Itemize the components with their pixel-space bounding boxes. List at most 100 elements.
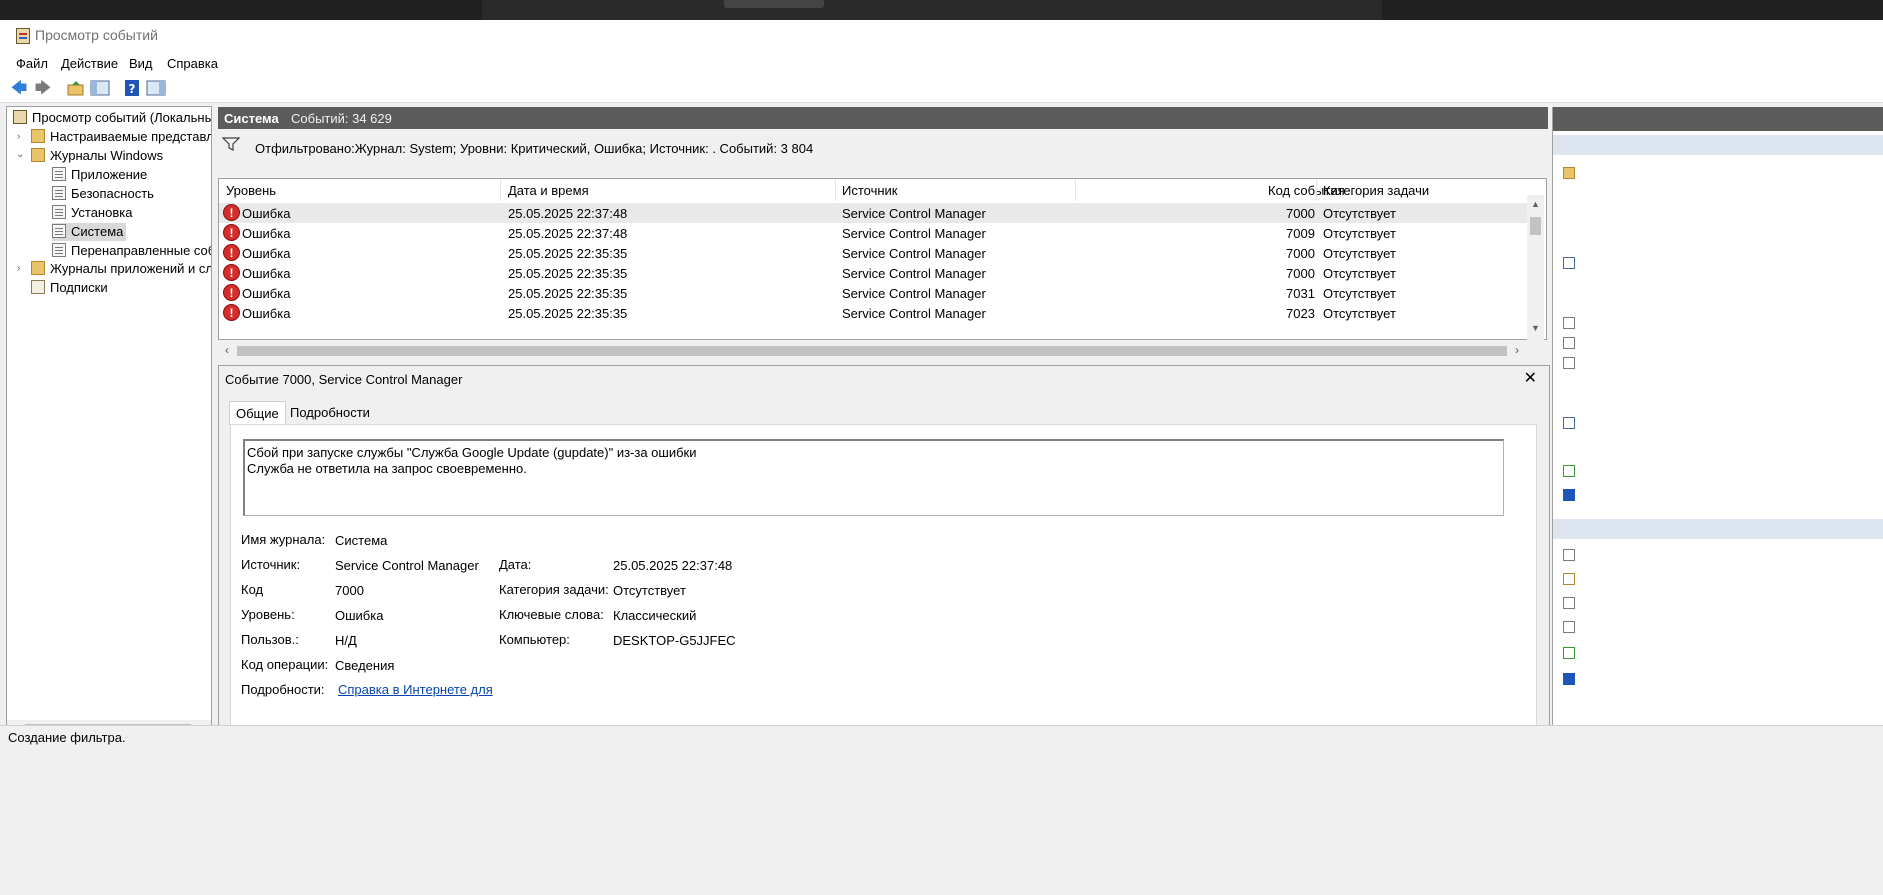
date-label: Дата:: [499, 557, 532, 572]
back-arrow-icon[interactable]: 🡄: [9, 79, 29, 99]
table-row[interactable]: ! Ошибка 25.05.2025 22:35:35 Service Con…: [219, 303, 1529, 323]
level-label: Уровень:: [241, 607, 295, 622]
actions-section-header[interactable]: [1553, 135, 1883, 155]
open-log-icon[interactable]: [1563, 167, 1575, 179]
status-text: Создание фильтра.: [8, 730, 126, 745]
menu-help[interactable]: Справка: [167, 56, 218, 71]
scroll-thumb[interactable]: [1530, 217, 1541, 235]
filter-icon[interactable]: [1563, 257, 1575, 269]
tree-log-setup[interactable]: Установка: [52, 204, 132, 222]
attach-task-icon[interactable]: [1563, 573, 1575, 585]
computer-label: Компьютер:: [499, 632, 570, 647]
scroll-left-icon[interactable]: ‹: [225, 343, 229, 357]
tree-app-services-logs[interactable]: Журналы приложений и служб: [31, 260, 211, 278]
scroll-up-icon[interactable]: ▲: [1531, 199, 1540, 209]
help-icon[interactable]: ?: [122, 79, 142, 99]
scroll-right-icon[interactable]: ›: [1515, 343, 1519, 357]
view-icon[interactable]: [1563, 417, 1575, 429]
general-tab-body: Сбой при запуске службы "Служба Google U…: [230, 424, 1537, 731]
svg-text:?: ?: [129, 82, 136, 96]
column-divider[interactable]: [500, 179, 501, 201]
window-title: Просмотр событий: [35, 27, 158, 43]
expand-chevron-icon[interactable]: ›: [17, 263, 20, 274]
column-divider[interactable]: [835, 179, 836, 201]
refresh-icon[interactable]: [1563, 465, 1575, 477]
help-icon[interactable]: [1563, 489, 1575, 501]
table-row[interactable]: ! Ошибка 25.05.2025 22:37:48 Service Con…: [219, 203, 1529, 223]
folder-icon: [31, 261, 45, 275]
save-selected-icon[interactable]: [1563, 621, 1575, 633]
folder-icon: [31, 148, 45, 162]
online-help-link[interactable]: Справка в Интернете для: [338, 682, 493, 697]
more-info-label: Подробности:: [241, 682, 325, 697]
category-value: Отсутствует: [613, 583, 686, 598]
log-name-value: Система: [335, 533, 388, 548]
forward-arrow-icon[interactable]: 🡆: [33, 79, 53, 99]
events-grid: Уровень Дата и время Источник Код событи…: [218, 178, 1547, 340]
tree-windows-logs[interactable]: Журналы Windows: [31, 147, 163, 165]
tab-general[interactable]: Общие: [229, 401, 286, 425]
save-icon[interactable]: [1563, 357, 1575, 369]
tree-custom-views[interactable]: Настраиваемые представления: [31, 128, 211, 146]
navigation-tree: Просмотр событий (Локальный) › Настраива…: [6, 106, 212, 722]
column-divider[interactable]: [1075, 179, 1076, 201]
event-viewer-app-icon: [16, 28, 30, 44]
help-icon[interactable]: [1563, 673, 1575, 685]
error-icon: !: [223, 304, 240, 321]
tab-details[interactable]: Подробности: [284, 401, 376, 425]
find-icon[interactable]: [1563, 337, 1575, 349]
show-hide-actions-icon[interactable]: [146, 79, 166, 99]
error-icon: !: [223, 204, 240, 221]
copy-icon[interactable]: [1563, 597, 1575, 609]
filter-bar: Отфильтровано:Журнал: System; Уровни: Кр…: [218, 132, 1548, 158]
collapse-chevron-icon[interactable]: ⌄: [16, 149, 24, 160]
tree-subscriptions[interactable]: Подписки: [31, 279, 108, 297]
error-icon: !: [223, 264, 240, 281]
tree-log-application[interactable]: Приложение: [52, 166, 147, 184]
menu-view[interactable]: Вид: [129, 56, 153, 71]
actions-section-header[interactable]: [1553, 519, 1883, 539]
event-message-line: Служба не ответила на запрос своевременн…: [247, 461, 527, 476]
top-strip: [0, 0, 1883, 20]
menu-action[interactable]: Действие: [61, 56, 118, 71]
menu-file[interactable]: Файл: [16, 56, 48, 71]
log-name-label: Имя журнала:: [241, 532, 326, 547]
close-icon[interactable]: ✕: [1524, 368, 1537, 388]
log-header-bar: Система Событий: 34 629: [218, 107, 1548, 129]
column-divider[interactable]: [1316, 179, 1317, 201]
grid-horizontal-scrollbar[interactable]: ‹ ›: [219, 342, 1527, 359]
top-strip-center: [482, 0, 1382, 20]
log-name: Система: [224, 111, 279, 126]
event-detail-pane: Событие 7000, Service Control Manager ✕ …: [218, 365, 1550, 742]
grid-vertical-scrollbar[interactable]: ▲ ▼: [1527, 195, 1544, 341]
opcode-label: Код операции:: [241, 657, 329, 672]
table-row[interactable]: ! Ошибка 25.05.2025 22:35:35 Service Con…: [219, 243, 1529, 263]
scroll-thumb[interactable]: [237, 346, 1507, 356]
log-icon: [52, 186, 66, 200]
tree-log-forwarded[interactable]: Перенаправленные события: [52, 242, 211, 260]
event-properties-icon[interactable]: [1563, 549, 1575, 561]
log-icon: [52, 167, 66, 181]
top-strip-pill: [724, 0, 824, 8]
column-level[interactable]: Уровень: [226, 183, 276, 198]
tree-log-system[interactable]: Система: [52, 223, 127, 241]
column-datetime[interactable]: Дата и время: [508, 183, 589, 198]
column-task-category[interactable]: Категория задачи: [1323, 183, 1429, 198]
table-row[interactable]: ! Ошибка 25.05.2025 22:35:35 Service Con…: [219, 283, 1529, 303]
log-icon: [52, 224, 66, 238]
date-value: 25.05.2025 22:37:48: [613, 558, 733, 573]
up-folder-icon[interactable]: [66, 79, 86, 99]
tree-root[interactable]: Просмотр событий (Локальный): [13, 109, 211, 127]
scroll-down-icon[interactable]: ▼: [1531, 323, 1540, 333]
expand-chevron-icon[interactable]: ›: [17, 131, 20, 142]
column-source[interactable]: Источник: [842, 183, 898, 198]
properties-icon[interactable]: [1563, 317, 1575, 329]
table-row[interactable]: ! Ошибка 25.05.2025 22:37:48 Service Con…: [219, 223, 1529, 243]
folder-icon: [31, 129, 45, 143]
event-message-box[interactable]: Сбой при запуске службы "Служба Google U…: [243, 439, 1504, 516]
event-viewer-window: Просмотр событий Файл Действие Вид Справ…: [0, 20, 1883, 895]
table-row[interactable]: ! Ошибка 25.05.2025 22:35:35 Service Con…: [219, 263, 1529, 283]
show-hide-tree-icon[interactable]: [90, 79, 110, 99]
refresh-icon[interactable]: [1563, 647, 1575, 659]
tree-log-security[interactable]: Безопасность: [52, 185, 154, 203]
